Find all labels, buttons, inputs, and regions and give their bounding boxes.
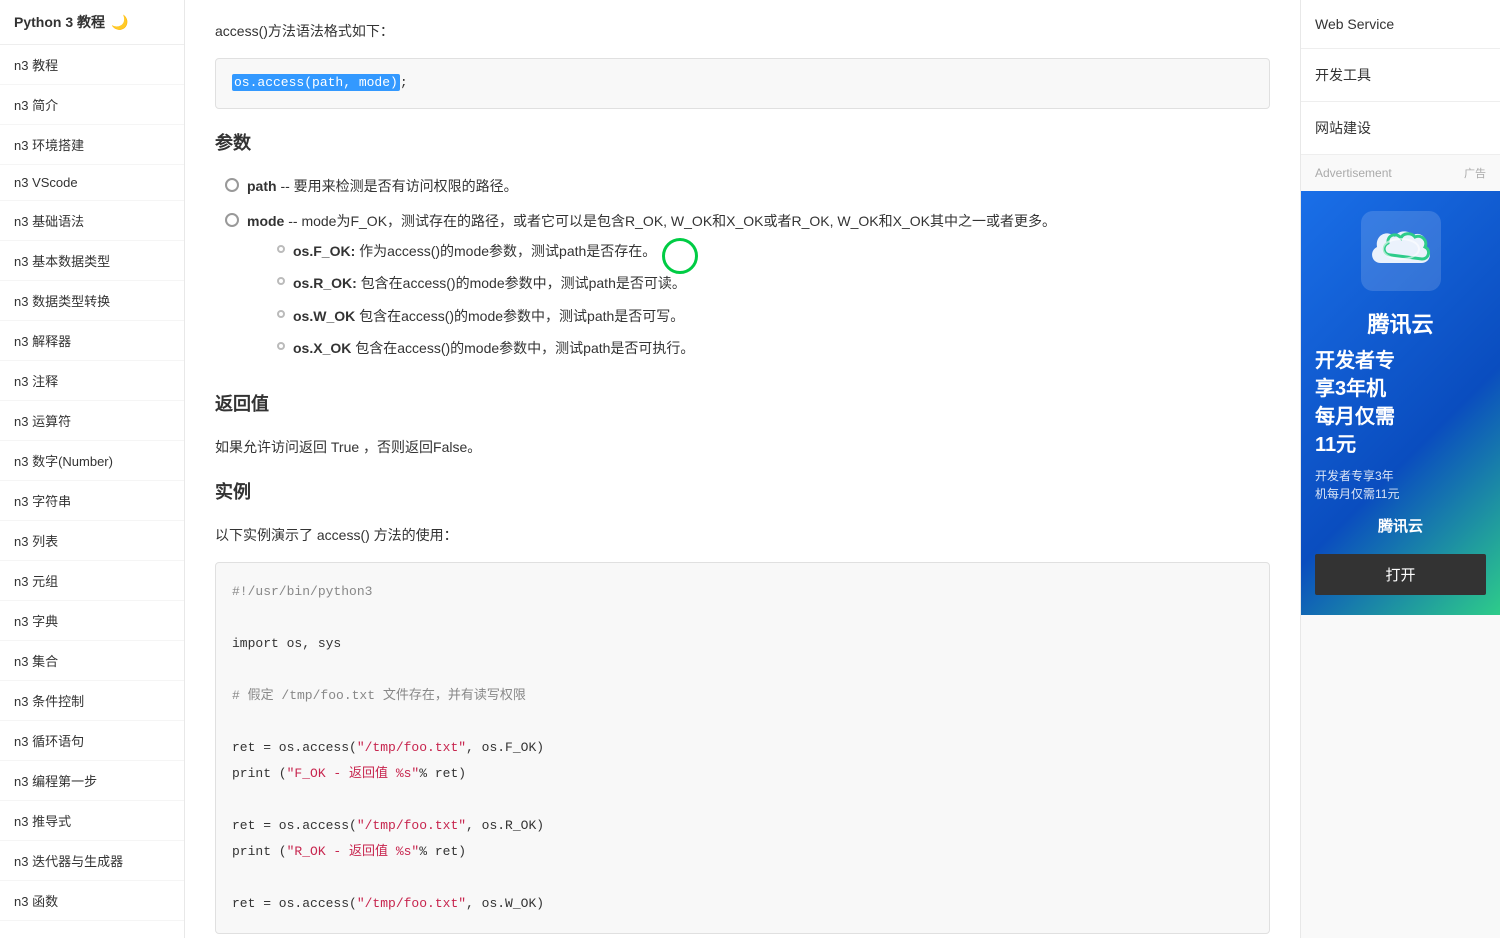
syntax-semicolon: ; [400, 75, 408, 90]
sub-param-fok-desc: 作为access()的mode参数，测试path是否存在。 [359, 243, 656, 259]
ad-banner[interactable]: 腾讯云 开发者专享3年机每月仅需11元 开发者专享3年机每月仅需11元 腾讯云 … [1301, 191, 1500, 615]
sidebar-item[interactable]: n3 集合 [0, 641, 184, 681]
sub-param-xok-name: os.X_OK [293, 340, 351, 356]
return-text: 如果允许访问返回 True ，否则返回False。 [215, 436, 1270, 458]
code-line-10: ret = os.access("/tmp/foo.txt", os.R_OK) [232, 813, 1253, 839]
param-path-text: path -- 要用来检测是否有访问权限的路径。 [247, 175, 518, 197]
left-sidebar: Python 3 教程 🌙 n3 教程n3 简介n3 环境搭建n3 VScode… [0, 0, 185, 938]
sub-param-wok-desc: 包含在access()的mode参数中，测试path是否可写。 [359, 308, 684, 324]
sidebar-item[interactable]: n3 列表 [0, 521, 184, 561]
sub-param-wok-name: os.W_OK [293, 308, 355, 324]
return-title: 返回值 [215, 390, 1270, 422]
code-line-2 [232, 605, 1253, 631]
sidebar-item[interactable]: n3 条件控制 [0, 681, 184, 721]
sub-param-fok-name: os.F_OK: [293, 243, 355, 259]
sub-params-list: os.F_OK: 作为access()的mode参数，测试path是否存在。 o… [247, 240, 1056, 360]
sub-param-rok-desc: 包含在access()的mode参数中，测试path是否可读。 [361, 275, 686, 291]
code-line-4 [232, 657, 1253, 683]
sub-param-fok: os.F_OK: 作为access()的mode参数，测试path是否存在。 [277, 240, 1056, 262]
right-nav-web-service[interactable]: Web Service [1301, 0, 1500, 49]
ad-company-name: 腾讯云 [1367, 307, 1433, 339]
code-line-1: #!/usr/bin/python3 [232, 579, 1253, 605]
syntax-highlight: os.access(path, mode) [232, 74, 400, 91]
params-list: path -- 要用来检测是否有访问权限的路径。 mode -- mode为F_… [215, 175, 1270, 369]
right-sidebar: Web Service 开发工具 网站建设 Advertisement 广告 腾… [1300, 0, 1500, 938]
param-path-name: path [247, 178, 277, 194]
code-line-7: ret = os.access("/tmp/foo.txt", os.F_OK) [232, 735, 1253, 761]
sub-param-xok-text: os.X_OK 包含在access()的mode参数中，测试path是否可执行。 [293, 337, 694, 359]
moon-icon: 🌙 [111, 14, 128, 31]
ad-cta-button[interactable]: 打开 [1315, 554, 1486, 595]
param-mode: mode -- mode为F_OK，测试存在的路径，或者它可以是包含R_OK, … [225, 210, 1270, 370]
ad-sub-company-name: 腾讯云 [1378, 515, 1423, 536]
sub-param-fok-text: os.F_OK: 作为access()的mode参数，测试path是否存在。 [293, 240, 656, 262]
code-line-13: ret = os.access("/tmp/foo.txt", os.W_OK) [232, 891, 1253, 917]
sidebar-item[interactable]: n3 简介 [0, 85, 184, 125]
sidebar-nav: n3 教程n3 简介n3 环境搭建n3 VScoden3 基础语法n3 基本数据… [0, 45, 184, 921]
code-line-3: import os, sys [232, 631, 1253, 657]
sidebar-title-text: Python 3 教程 [14, 12, 105, 32]
tencent-cloud-logo-icon [1361, 211, 1441, 291]
param-mode-text: mode -- mode为F_OK，测试存在的路径，或者它可以是包含R_OK, … [247, 210, 1056, 370]
sidebar-item[interactable]: n3 循环语句 [0, 721, 184, 761]
code-line-9 [232, 787, 1253, 813]
sidebar-item[interactable]: n3 编程第一步 [0, 761, 184, 801]
sub-param-xok: os.X_OK 包含在access()的mode参数中，测试path是否可执行。 [277, 337, 1056, 359]
bullet-xok [277, 342, 285, 350]
sub-param-xok-desc: 包含在access()的mode参数中，测试path是否可执行。 [355, 340, 694, 356]
example-title: 实例 [215, 478, 1270, 510]
sidebar-title: Python 3 教程 🌙 [0, 0, 184, 45]
syntax-code-block: os.access(path, mode); [215, 58, 1270, 109]
example-intro: 以下实例演示了 access() 方法的使用： [215, 524, 1270, 546]
sidebar-item[interactable]: n3 解释器 [0, 321, 184, 361]
sidebar-item[interactable]: n3 VScode [0, 165, 184, 201]
sidebar-item[interactable]: n3 教程 [0, 45, 184, 85]
code-line-12 [232, 865, 1253, 891]
main-content: access()方法语法格式如下： os.access(path, mode);… [185, 0, 1300, 938]
sidebar-item[interactable]: n3 数字(Number) [0, 441, 184, 481]
code-line-5: # 假定 /tmp/foo.txt 文件存在，并有读写权限 [232, 683, 1253, 709]
ad-headline: 开发者专享3年机每月仅需11元 [1315, 347, 1486, 459]
bullet-path [225, 178, 239, 192]
sidebar-item[interactable]: n3 元组 [0, 561, 184, 601]
sub-param-rok-name: os.R_OK: [293, 275, 357, 291]
sidebar-item[interactable]: n3 字典 [0, 601, 184, 641]
param-mode-name: mode [247, 213, 284, 229]
bullet-wok [277, 310, 285, 318]
param-mode-desc: -- mode为F_OK，测试存在的路径，或者它可以是包含R_OK, W_OK和… [288, 213, 1056, 229]
sidebar-item[interactable]: n3 基础语法 [0, 201, 184, 241]
sidebar-item[interactable]: n3 字符串 [0, 481, 184, 521]
param-path-desc: -- 要用来检测是否有访问权限的路径。 [280, 178, 517, 194]
params-title: 参数 [215, 129, 1270, 161]
sub-param-rok-text: os.R_OK: 包含在access()的mode参数中，测试path是否可读。 [293, 272, 686, 294]
code-line-8: print ("F_OK - 返回值 %s"% ret) [232, 761, 1253, 787]
sidebar-item[interactable]: n3 环境搭建 [0, 125, 184, 165]
example-code-block: #!/usr/bin/python3 import os, sys # 假定 /… [215, 562, 1270, 934]
code-line-11: print ("R_OK - 返回值 %s"% ret) [232, 839, 1253, 865]
sidebar-item[interactable]: n3 数据类型转换 [0, 281, 184, 321]
bullet-mode [225, 213, 239, 227]
bullet-fok [277, 245, 285, 253]
sidebar-item[interactable]: n3 运算符 [0, 401, 184, 441]
intro-text: access()方法语法格式如下： [215, 20, 1270, 42]
ad-close-link[interactable]: 广告 [1464, 165, 1486, 181]
right-nav-dev-tools[interactable]: 开发工具 [1301, 49, 1500, 102]
right-nav-website[interactable]: 网站建设 [1301, 102, 1500, 155]
sidebar-item[interactable]: n3 注释 [0, 361, 184, 401]
sidebar-item[interactable]: n3 基本数据类型 [0, 241, 184, 281]
ad-label-text: Advertisement [1315, 166, 1392, 180]
sidebar-item[interactable]: n3 推导式 [0, 801, 184, 841]
sub-param-rok: os.R_OK: 包含在access()的mode参数中，测试path是否可读。 [277, 272, 1056, 294]
ad-label-bar: Advertisement 广告 [1301, 155, 1500, 191]
ad-subtext: 开发者专享3年机每月仅需11元 [1315, 467, 1486, 503]
sub-param-wok: os.W_OK 包含在access()的mode参数中，测试path是否可写。 [277, 305, 1056, 327]
bullet-rok [277, 277, 285, 285]
code-line-6 [232, 709, 1253, 735]
sidebar-item[interactable]: n3 迭代器与生成器 [0, 841, 184, 881]
sidebar-item[interactable]: n3 函数 [0, 881, 184, 921]
param-path: path -- 要用来检测是否有访问权限的路径。 [225, 175, 1270, 197]
sub-param-wok-text: os.W_OK 包含在access()的mode参数中，测试path是否可写。 [293, 305, 684, 327]
